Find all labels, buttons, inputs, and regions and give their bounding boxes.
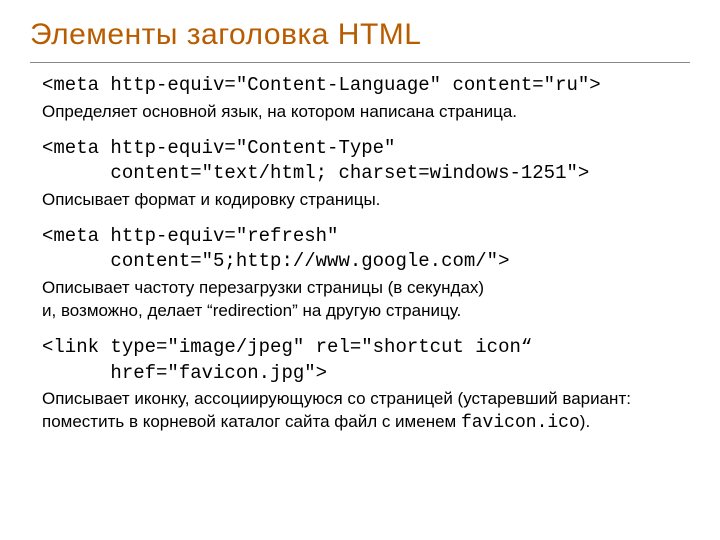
desc-1: Определяет основной язык, на котором нап… bbox=[42, 101, 690, 124]
title-rule bbox=[30, 62, 690, 63]
desc-3: Описывает частоту перезагрузки страницы … bbox=[42, 277, 690, 323]
slide-content: <meta http-equiv="Content-Language" cont… bbox=[30, 73, 690, 435]
slide: Элементы заголовка HTML <meta http-equiv… bbox=[0, 0, 720, 540]
code-block-3: <meta http-equiv="refresh" content="5;ht… bbox=[42, 224, 690, 275]
code-block-4: <link type="image/jpeg" rel="shortcut ic… bbox=[42, 335, 690, 386]
desc-4: Описывает иконку, ассоциирующуюся со стр… bbox=[42, 388, 690, 435]
code-block-2: <meta http-equiv="Content-Type" content=… bbox=[42, 136, 690, 187]
code-block-1: <meta http-equiv="Content-Language" cont… bbox=[42, 73, 690, 99]
desc-4-mono: favicon.ico bbox=[461, 413, 580, 433]
desc-4-suffix: ). bbox=[580, 412, 590, 431]
desc-2: Описывает формат и кодировку страницы. bbox=[42, 189, 690, 212]
slide-title: Элементы заголовка HTML bbox=[30, 18, 690, 58]
